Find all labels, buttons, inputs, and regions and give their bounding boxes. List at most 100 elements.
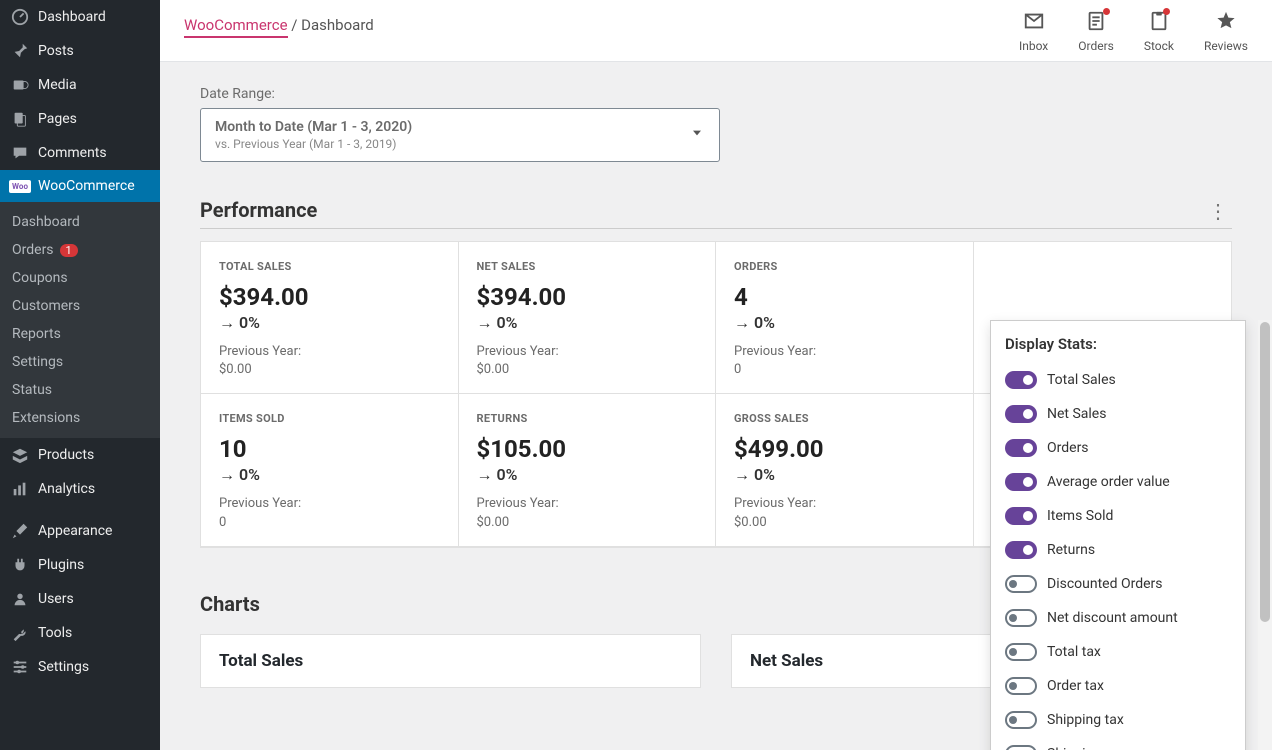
sidebar-item-label: Media xyxy=(38,77,77,93)
crumb-current: Dashboard xyxy=(301,16,374,34)
sidebar-item-dashboard[interactable]: Dashboard xyxy=(0,0,160,34)
toggle-label: Average order value xyxy=(1047,474,1170,490)
sidebar-item-tools[interactable]: Tools xyxy=(0,616,160,650)
toggle-label: Discounted Orders xyxy=(1047,576,1163,592)
toggle-switch[interactable] xyxy=(1005,541,1037,559)
sidebar-item-label: Pages xyxy=(38,111,77,127)
stat-items-sold[interactable]: ITEMS SOLD 10 → 0% Previous Year:0 xyxy=(201,394,459,546)
sidebar-item-posts[interactable]: Posts xyxy=(0,34,160,68)
sidebar-item-comments[interactable]: Comments xyxy=(0,136,160,170)
reviews-icon xyxy=(1215,10,1237,37)
toggle-row-average-order-value[interactable]: Average order value xyxy=(1005,465,1231,499)
topicon-stock[interactable]: Stock xyxy=(1144,10,1174,53)
sub-item-settings[interactable]: Settings xyxy=(0,348,160,376)
topicon-inbox[interactable]: Inbox xyxy=(1019,10,1048,53)
sidebar-item-pages[interactable]: Pages xyxy=(0,102,160,136)
toggle-switch[interactable] xyxy=(1005,575,1037,593)
toggle-row-orders[interactable]: Orders xyxy=(1005,431,1231,465)
topicon-reviews[interactable]: Reviews xyxy=(1204,10,1248,53)
toggle-label: Shipping xyxy=(1047,746,1101,750)
charts-title: Charts xyxy=(200,592,260,622)
toggle-switch[interactable] xyxy=(1005,507,1037,525)
toggle-row-returns[interactable]: Returns xyxy=(1005,533,1231,567)
sub-item-coupons[interactable]: Coupons xyxy=(0,264,160,292)
scrollbar[interactable] xyxy=(1258,320,1272,750)
sidebar-item-analytics[interactable]: Analytics xyxy=(0,472,160,506)
sidebar-item-settings[interactable]: Settings xyxy=(0,650,160,684)
top-bar: WooCommerce / Dashboard Inbox Orders Sto… xyxy=(160,0,1272,62)
toggle-label: Shipping tax xyxy=(1047,712,1124,728)
toggle-switch[interactable] xyxy=(1005,439,1037,457)
toggle-label: Net Sales xyxy=(1047,406,1106,422)
stat-orders[interactable]: ORDERS 4 → 0% Previous Year:0 xyxy=(716,242,974,394)
toggle-label: Total Sales xyxy=(1047,372,1116,388)
toggle-row-order-tax[interactable]: Order tax xyxy=(1005,669,1231,703)
orders-badge: 1 xyxy=(60,244,78,257)
toggle-switch[interactable] xyxy=(1005,677,1037,695)
scrollbar-thumb[interactable] xyxy=(1260,322,1270,622)
chart-card-total-sales[interactable]: Total Sales xyxy=(200,634,701,688)
display-stats-popover: Display Stats: Total SalesNet SalesOrder… xyxy=(990,320,1246,750)
sidebar-item-label: Tools xyxy=(38,625,72,641)
toggle-row-discounted-orders[interactable]: Discounted Orders xyxy=(1005,567,1231,601)
sidebar-item-users[interactable]: Users xyxy=(0,582,160,616)
toggle-label: Items Sold xyxy=(1047,508,1113,524)
toggle-label: Total tax xyxy=(1047,644,1101,660)
toggle-row-shipping-tax[interactable]: Shipping tax xyxy=(1005,703,1231,737)
sidebar-item-label: Analytics xyxy=(38,481,95,497)
date-range-select[interactable]: Month to Date (Mar 1 - 3, 2020) vs. Prev… xyxy=(200,108,720,162)
toggle-label: Orders xyxy=(1047,440,1089,456)
toggle-switch[interactable] xyxy=(1005,371,1037,389)
toggle-row-net-sales[interactable]: Net Sales xyxy=(1005,397,1231,431)
sub-item-status[interactable]: Status xyxy=(0,376,160,404)
sub-item-dashboard[interactable]: Dashboard xyxy=(0,208,160,236)
toggle-row-total-tax[interactable]: Total tax xyxy=(1005,635,1231,669)
toggle-label: Returns xyxy=(1047,542,1095,558)
toggle-switch[interactable] xyxy=(1005,405,1037,423)
comment-icon xyxy=(10,144,30,162)
stat-returns[interactable]: RETURNS $105.00 → 0% Previous Year:$0.00 xyxy=(459,394,717,546)
date-range-main: Month to Date (Mar 1 - 3, 2020) xyxy=(215,119,412,135)
stat-gross-sales[interactable]: GROSS SALES $499.00 → 0% Previous Year:$… xyxy=(716,394,974,546)
sidebar-item-media[interactable]: Media xyxy=(0,68,160,102)
toggle-switch[interactable] xyxy=(1005,473,1037,491)
brush-icon xyxy=(10,522,30,540)
toggle-row-shipping[interactable]: Shipping xyxy=(1005,737,1231,750)
sidebar-item-plugins[interactable]: Plugins xyxy=(0,548,160,582)
plug-icon xyxy=(10,556,30,574)
sub-item-orders[interactable]: Orders 1 xyxy=(0,236,160,264)
sub-item-customers[interactable]: Customers xyxy=(0,292,160,320)
toggle-switch[interactable] xyxy=(1005,609,1037,627)
sidebar-item-appearance[interactable]: Appearance xyxy=(0,514,160,548)
stat-net-sales[interactable]: NET SALES $394.00 → 0% Previous Year:$0.… xyxy=(459,242,717,394)
toggle-switch[interactable] xyxy=(1005,745,1037,750)
performance-menu-button[interactable]: ⋮ xyxy=(1204,199,1232,227)
admin-sidebar: Dashboard Posts Media Pages Comments xyxy=(0,0,160,750)
inbox-icon xyxy=(1023,10,1045,37)
sub-item-reports[interactable]: Reports xyxy=(0,320,160,348)
sidebar-item-label: WooCommerce xyxy=(38,178,135,194)
toggle-switch[interactable] xyxy=(1005,643,1037,661)
notification-dot xyxy=(1163,8,1170,15)
toggle-label: Net discount amount xyxy=(1047,610,1178,626)
toggle-row-total-sales[interactable]: Total Sales xyxy=(1005,363,1231,397)
crumb-woocommerce[interactable]: WooCommerce xyxy=(184,16,288,38)
sidebar-item-woocommerce[interactable]: Woo WooCommerce xyxy=(0,170,160,202)
toggle-row-items-sold[interactable]: Items Sold xyxy=(1005,499,1231,533)
sidebar-item-label: Appearance xyxy=(38,523,112,539)
stat-total-sales[interactable]: TOTAL SALES $394.00 → 0% Previous Year:$… xyxy=(201,242,459,394)
analytics-icon xyxy=(10,480,30,498)
toggle-switch[interactable] xyxy=(1005,711,1037,729)
sidebar-item-products[interactable]: Products xyxy=(0,438,160,472)
user-icon xyxy=(10,590,30,608)
date-range-sub: vs. Previous Year (Mar 1 - 3, 2019) xyxy=(215,137,412,151)
pin-icon xyxy=(10,42,30,60)
woo-icon: Woo xyxy=(10,180,30,193)
sidebar-item-label: Users xyxy=(38,591,74,607)
notification-dot xyxy=(1103,8,1110,15)
topicon-orders[interactable]: Orders xyxy=(1078,10,1114,53)
toggle-row-net-discount-amount[interactable]: Net discount amount xyxy=(1005,601,1231,635)
sliders-icon xyxy=(10,658,30,676)
sub-item-extensions[interactable]: Extensions xyxy=(0,404,160,432)
date-range-label: Date Range: xyxy=(200,86,1232,102)
